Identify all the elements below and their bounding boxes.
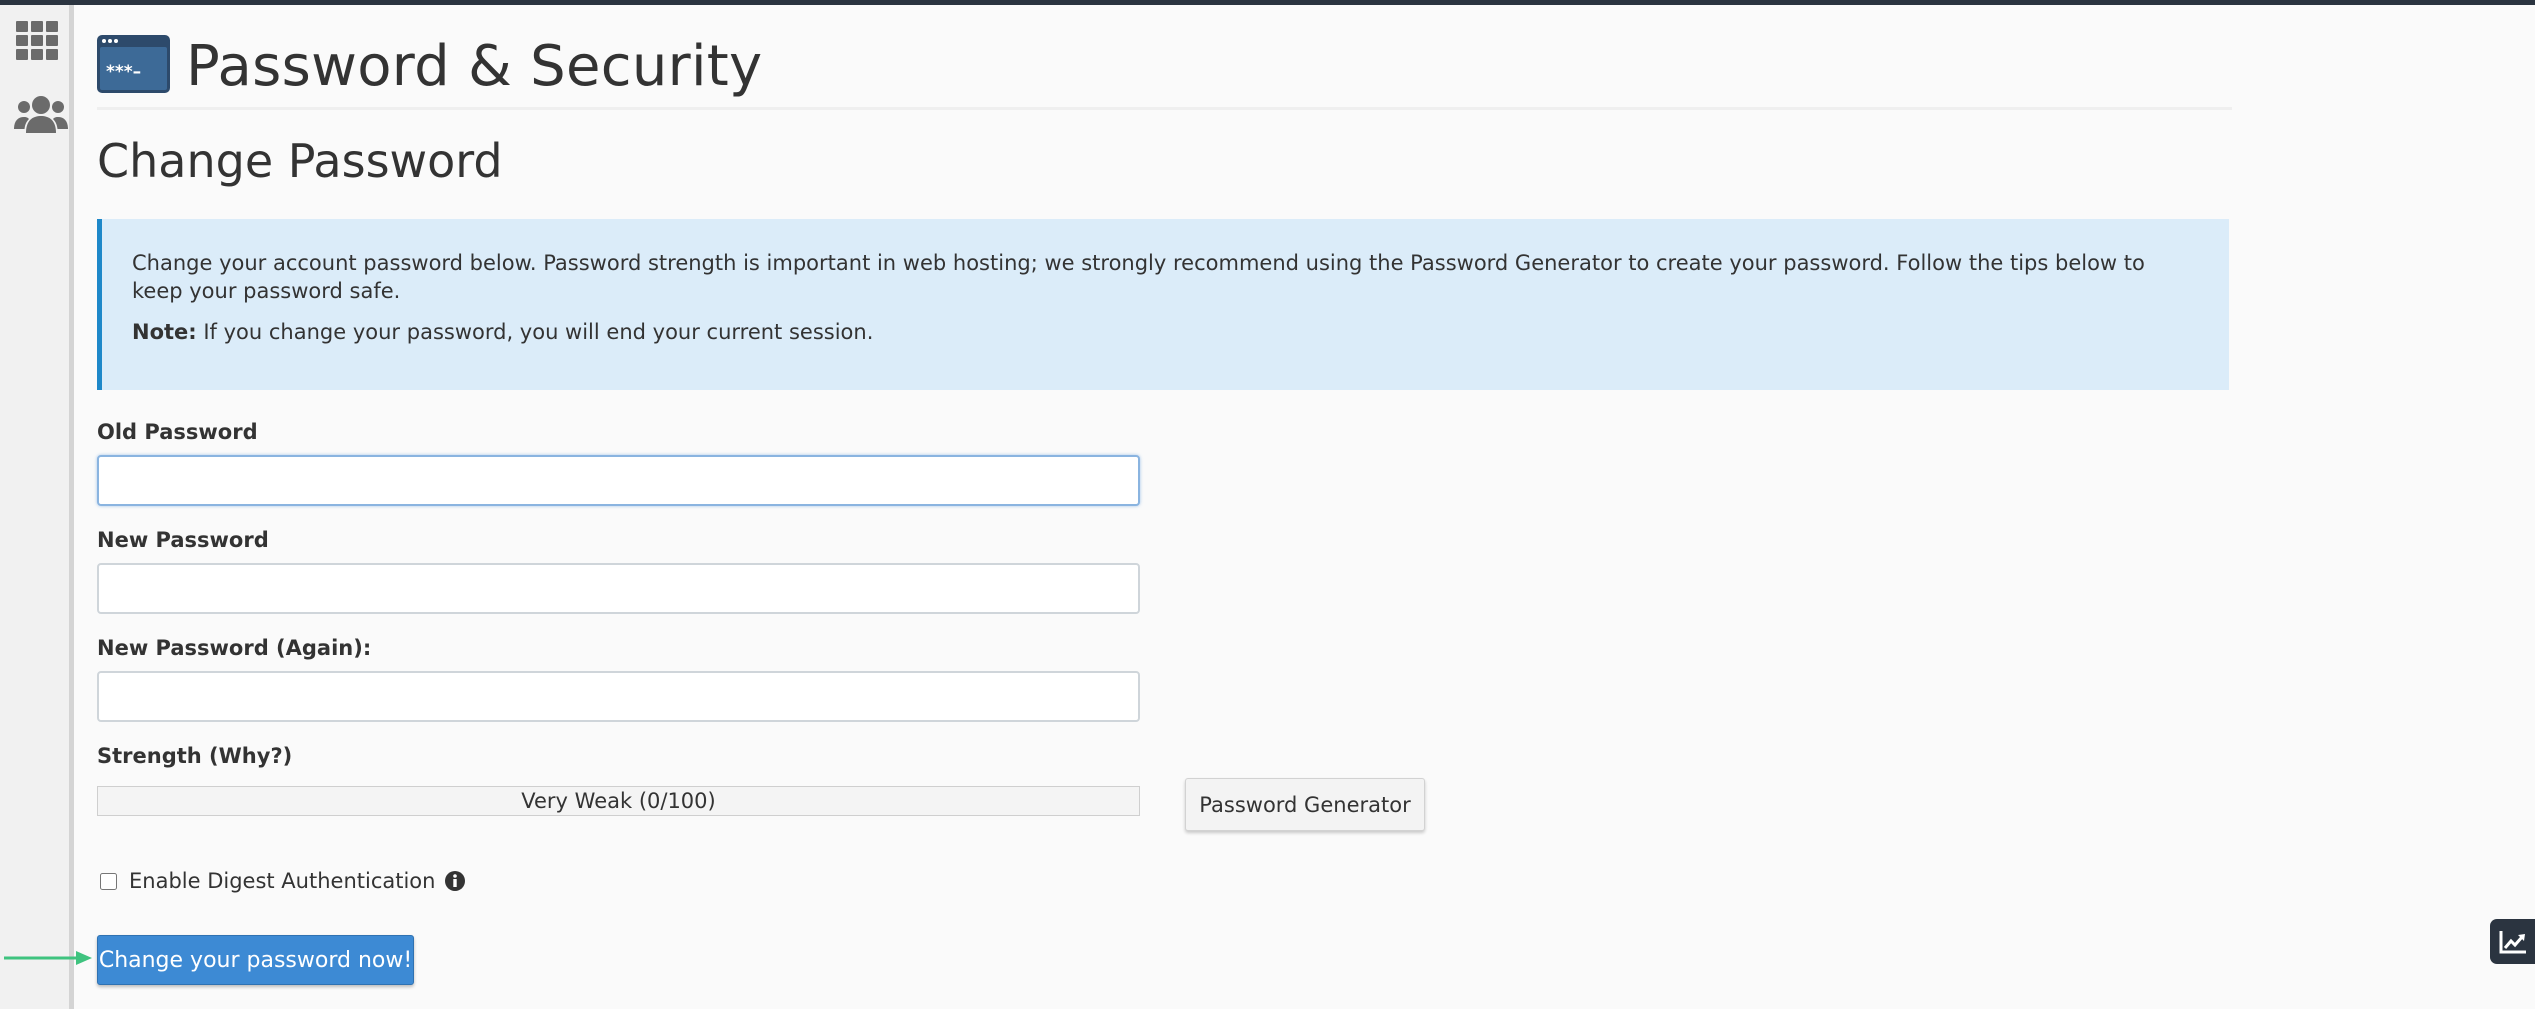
digest-auth-checkbox[interactable]	[100, 872, 117, 890]
note-label: Note:	[132, 320, 197, 344]
strength-text: Very Weak (0/100)	[521, 789, 716, 813]
new-password-again-label: New Password (Again):	[97, 636, 372, 660]
digest-auth-label[interactable]: Enable Digest Authentication	[129, 869, 435, 893]
page-header: ***– Password & Security	[97, 26, 763, 106]
old-password-label: Old Password	[97, 420, 258, 444]
top-bar	[0, 0, 2535, 5]
header-divider	[97, 107, 2232, 110]
info-text: Change your account password below. Pass…	[132, 251, 2145, 303]
users-icon[interactable]	[14, 93, 68, 139]
strength-meter: Very Weak (0/100)	[97, 786, 1140, 816]
old-password-input[interactable]	[97, 455, 1140, 506]
strength-label: Strength (Why?)	[97, 744, 293, 768]
info-note: Note: If you change your password, you w…	[132, 318, 2172, 346]
password-window-icon: ***–	[97, 35, 170, 97]
new-password-again-input[interactable]	[97, 671, 1140, 722]
info-alert: Change your account password below. Pass…	[97, 219, 2229, 390]
new-password-label: New Password	[97, 528, 269, 552]
section-title: Change Password	[97, 134, 503, 188]
info-icon[interactable]	[444, 870, 466, 892]
grid-icon[interactable]	[16, 21, 60, 65]
svg-text:***–: ***–	[106, 62, 141, 82]
trend-chart-icon[interactable]	[2490, 919, 2535, 964]
note-text: If you change your password, you will en…	[196, 320, 874, 344]
digest-auth-row: Enable Digest Authentication	[97, 866, 466, 896]
page-title: Password & Security	[186, 33, 763, 99]
new-password-input[interactable]	[97, 563, 1140, 614]
password-generator-button[interactable]: Password Generator	[1185, 778, 1425, 831]
arrow-pointer-icon	[4, 948, 92, 972]
change-password-button[interactable]: Change your password now!	[97, 935, 414, 985]
sidebar	[0, 5, 74, 1009]
